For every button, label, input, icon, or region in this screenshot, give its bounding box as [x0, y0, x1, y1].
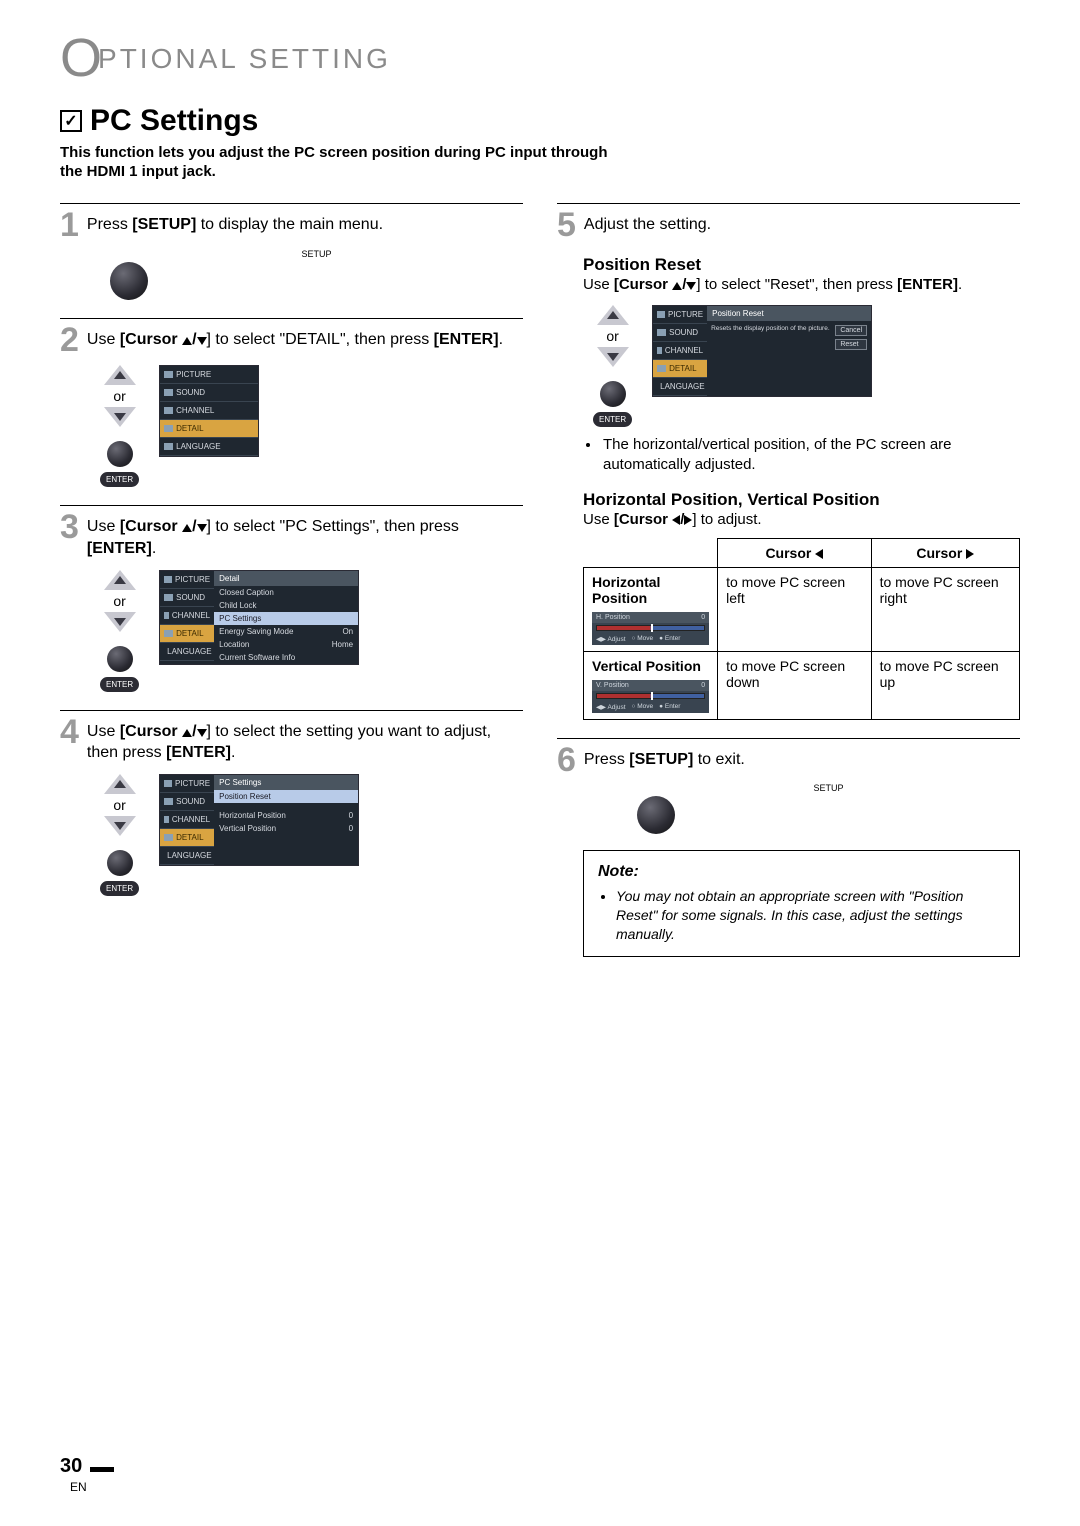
step-3: 3 Use [Cursor /] to select "PC Settings"… — [60, 505, 523, 691]
remote-updown-icon: or ENTER — [593, 305, 632, 427]
subtitle-text: This function lets you adjust the PC scr… — [60, 144, 620, 182]
v-right-action: to move PC screen up — [871, 651, 1019, 719]
header-initial: O — [60, 40, 102, 78]
osd-pcsettings-menu: PICTURE SOUND CHANNEL DETAIL LANGUAGE PC… — [159, 774, 359, 866]
step-5-text: Adjust the setting. — [584, 210, 711, 236]
setup-label: SETUP — [637, 783, 1020, 793]
note-text: You may not obtain an appropriate screen… — [616, 887, 1005, 944]
step-number: 5 — [557, 210, 576, 241]
th-cursor-left: Cursor — [718, 538, 872, 567]
title-text: PC Settings — [90, 104, 258, 138]
position-reset-bullet: The horizontal/vertical position, of the… — [601, 435, 1020, 476]
hv-position-text: Use [Cursor /] to adjust. — [583, 510, 1020, 530]
step-number: 1 — [60, 210, 79, 241]
step-4-text: Use [Cursor /] to select the setting you… — [87, 717, 523, 764]
checkbox-icon: ✓ — [60, 110, 82, 132]
page-number: 30 EN — [60, 1455, 112, 1496]
setup-button-icon — [637, 796, 675, 834]
th-cursor-right: Cursor — [871, 538, 1019, 567]
h-right-action: to move PC screen right — [871, 567, 1019, 651]
setup-label: SETUP — [110, 249, 523, 259]
h-left-action: to move PC screen left — [718, 567, 872, 651]
step-6-text: Press [SETUP] to exit. — [584, 745, 745, 771]
step-1-text: Press [SETUP] to display the main menu. — [87, 210, 383, 236]
remote-updown-icon: or ENTER — [100, 365, 139, 487]
step-number: 3 — [60, 512, 79, 543]
position-reset-heading: Position Reset — [583, 255, 1020, 275]
note-box: Note: You may not obtain an appropriate … — [583, 850, 1020, 956]
down-icon — [197, 337, 207, 345]
setup-button-icon — [110, 262, 148, 300]
osd-main-menu: PICTURE SOUND CHANNEL DETAIL LANGUAGE — [159, 365, 259, 457]
step-number: 2 — [60, 325, 79, 356]
header-rest: PTIONAL SETTING — [98, 43, 391, 75]
step-4: 4 Use [Cursor /] to select the setting y… — [60, 710, 523, 896]
osd-detail-menu: PICTURE SOUND CHANNEL DETAIL LANGUAGE De… — [159, 570, 359, 665]
step-2-text: Use [Cursor /] to select "DETAIL", then … — [87, 325, 503, 351]
position-reset-text: Use [Cursor /] to select "Reset", then p… — [583, 275, 1020, 295]
h-position-slider: H. Position0 ◀▶ Adjust ○ Move ● Enter — [592, 612, 709, 645]
v-left-action: to move PC screen down — [718, 651, 872, 719]
note-title: Note: — [598, 861, 1005, 883]
position-table: Cursor Cursor Horizontal Position H. Pos… — [583, 538, 1020, 720]
up-icon — [182, 337, 192, 345]
step-6: 6 Press [SETUP] to exit. SETUP Note: You… — [557, 738, 1020, 957]
step-3-text: Use [Cursor /] to select "PC Settings", … — [87, 512, 523, 559]
step-1: 1 Press [SETUP] to display the main menu… — [60, 203, 523, 300]
v-position-slider: V. Position0 ◀▶ Adjust ○ Move ● Enter — [592, 680, 709, 713]
step-5: 5 Adjust the setting. Position Reset Use… — [557, 203, 1020, 720]
step-2: 2 Use [Cursor /] to select "DETAIL", the… — [60, 318, 523, 488]
step-number: 4 — [60, 717, 79, 748]
section-title: ✓ PC Settings — [60, 104, 1020, 138]
hv-position-heading: Horizontal Position, Vertical Position — [583, 490, 1020, 510]
step-number: 6 — [557, 745, 576, 776]
remote-updown-icon: or ENTER — [100, 774, 139, 896]
remote-updown-icon: or ENTER — [100, 570, 139, 692]
osd-position-reset: PICTURE SOUND CHANNEL DETAIL LANGUAGE Po… — [652, 305, 872, 397]
page-header: O PTIONAL SETTING — [60, 40, 1020, 78]
